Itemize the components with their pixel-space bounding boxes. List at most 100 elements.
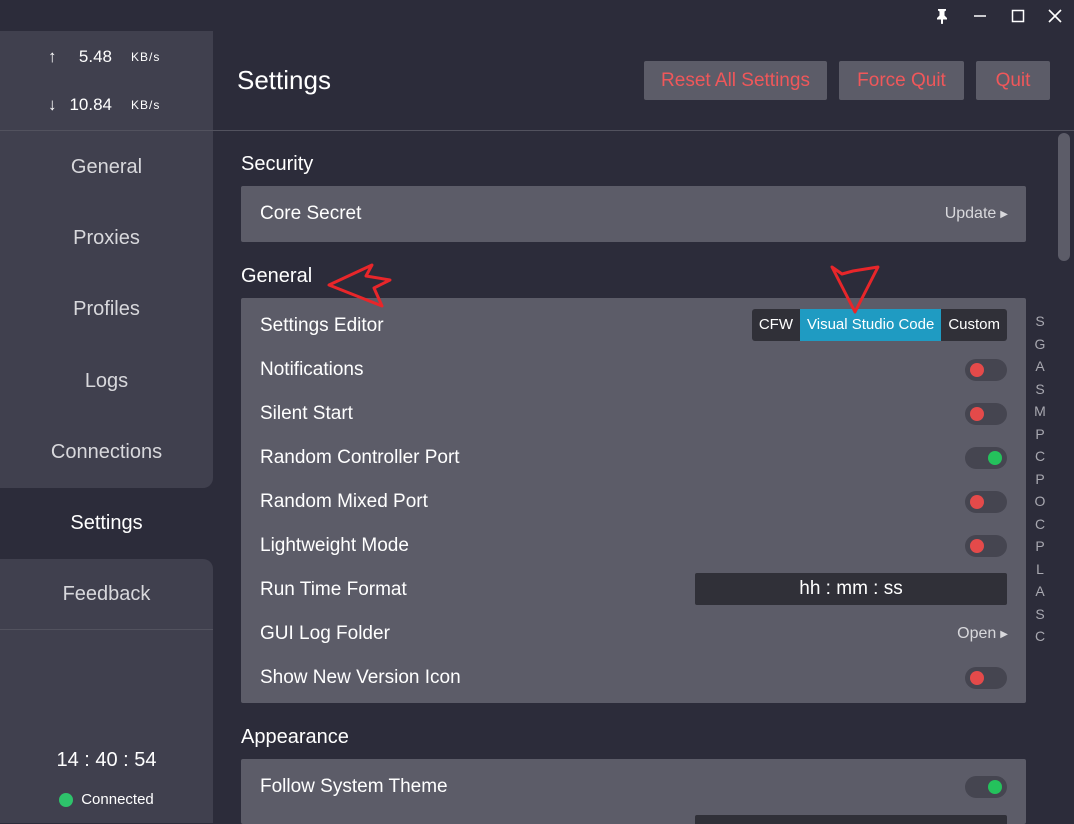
security-card: Core Secret Update ▶ xyxy=(241,186,1026,242)
nav-proxies[interactable]: Proxies xyxy=(0,203,213,273)
random-mixed-port-label: Random Mixed Port xyxy=(260,491,428,512)
core-secret-update-link[interactable]: Update ▶ xyxy=(945,192,1008,236)
upload-arrow-icon: ↑ xyxy=(48,47,57,66)
annotation-arrow-down-icon xyxy=(830,265,880,314)
minimize-icon[interactable] xyxy=(961,0,999,31)
section-title-security: Security xyxy=(241,153,314,175)
upload-speed: ↑ 5.48 KB/s xyxy=(0,45,213,69)
sidebar: ↑ 5.48 KB/s ↓ 10.84 KB/s General Proxies… xyxy=(0,31,213,824)
silent-start-toggle[interactable] xyxy=(965,403,1007,425)
header-divider xyxy=(213,130,1074,131)
follow-system-theme-label: Follow System Theme xyxy=(260,776,448,797)
section-index: S G A S M P C P O C P L A S C xyxy=(1033,310,1047,648)
update-label: Update xyxy=(944,205,997,222)
notifications-toggle[interactable] xyxy=(965,359,1007,381)
run-time-format-row: Run Time Format hh : mm : ss xyxy=(241,568,1026,612)
toggle-knob xyxy=(970,539,984,553)
random-mixed-port-toggle[interactable] xyxy=(965,491,1007,513)
silent-start-label: Silent Start xyxy=(260,403,353,424)
index-letter[interactable]: P xyxy=(1033,423,1047,446)
lightweight-mode-toggle[interactable] xyxy=(965,535,1007,557)
show-new-version-icon-label: Show New Version Icon xyxy=(260,667,461,688)
maximize-icon[interactable] xyxy=(999,0,1037,31)
close-icon[interactable] xyxy=(1036,0,1074,31)
show-new-version-icon-row: Show New Version Icon xyxy=(241,656,1026,700)
toggle-knob xyxy=(988,780,1002,794)
index-letter[interactable]: S xyxy=(1033,603,1047,626)
index-letter[interactable]: P xyxy=(1033,535,1047,558)
upload-unit: KB/s xyxy=(131,50,161,64)
run-time-format-label: Run Time Format xyxy=(260,579,407,600)
toggle-knob xyxy=(970,407,984,421)
index-letter[interactable]: S xyxy=(1033,310,1047,333)
random-controller-port-toggle[interactable] xyxy=(965,447,1007,469)
download-value: 10.84 xyxy=(69,95,112,114)
index-letter[interactable]: C xyxy=(1033,625,1047,648)
settings-editor-label: Settings Editor xyxy=(260,315,384,336)
editor-option-cfw[interactable]: CFW xyxy=(752,309,800,341)
index-letter[interactable]: A xyxy=(1033,580,1047,603)
notifications-row: Notifications xyxy=(241,348,1026,392)
divider xyxy=(0,629,213,630)
toggle-knob xyxy=(988,451,1002,465)
toggle-knob xyxy=(970,671,984,685)
gui-log-folder-row: GUI Log Folder Open ▶ xyxy=(241,612,1026,656)
nav-logs[interactable]: Logs xyxy=(0,346,213,416)
silent-start-row: Silent Start xyxy=(241,392,1026,436)
title-bar xyxy=(0,0,1074,31)
index-letter[interactable]: A xyxy=(1033,355,1047,378)
nav-profiles[interactable]: Profiles xyxy=(0,274,213,344)
nav-connections[interactable]: Connections xyxy=(0,417,213,487)
scrollbar-thumb[interactable] xyxy=(1058,133,1070,261)
main-panel: Settings Reset All Settings Force Quit Q… xyxy=(213,31,1074,824)
index-letter[interactable]: L xyxy=(1033,558,1047,581)
follow-system-theme-toggle[interactable] xyxy=(965,776,1007,798)
show-new-version-icon-toggle[interactable] xyxy=(965,667,1007,689)
traffic-panel: ↑ 5.48 KB/s ↓ 10.84 KB/s xyxy=(0,31,213,131)
random-controller-port-row: Random Controller Port xyxy=(241,436,1026,480)
settings-editor-row: Settings Editor CFW Visual Studio Code C… xyxy=(241,304,1026,348)
index-letter[interactable]: S xyxy=(1033,378,1047,401)
gui-log-folder-open-link[interactable]: Open ▶ xyxy=(957,612,1008,656)
nav-feedback[interactable]: Feedback xyxy=(0,559,213,629)
index-letter[interactable]: P xyxy=(1033,468,1047,491)
force-quit-button[interactable]: Force Quit xyxy=(839,61,964,100)
random-mixed-port-row: Random Mixed Port xyxy=(241,480,1026,524)
nav-group-top: General Proxies Profiles Logs Connection… xyxy=(0,131,213,488)
section-title-appearance: Appearance xyxy=(241,726,349,748)
core-secret-row: Core Secret Update ▶ xyxy=(241,192,1026,236)
caret-right-icon: ▶ xyxy=(1000,209,1008,220)
follow-system-theme-row: Follow System Theme xyxy=(241,765,1026,809)
general-card: Settings Editor CFW Visual Studio Code C… xyxy=(241,298,1026,703)
appearance-card: Follow System Theme xyxy=(241,759,1026,824)
status-text: Connected xyxy=(81,791,154,808)
editor-option-custom[interactable]: Custom xyxy=(941,309,1007,341)
index-letter[interactable]: C xyxy=(1033,513,1047,536)
notifications-label: Notifications xyxy=(260,359,364,380)
quit-button[interactable]: Quit xyxy=(976,61,1050,100)
index-letter[interactable]: O xyxy=(1033,490,1047,513)
pin-icon[interactable] xyxy=(923,0,961,31)
nav-settings[interactable]: Settings xyxy=(0,488,213,558)
annotation-arrow-left-icon xyxy=(327,263,392,308)
index-letter[interactable]: C xyxy=(1033,445,1047,468)
run-time-clock: 14 : 40 : 54 xyxy=(56,749,157,771)
nav-general[interactable]: General xyxy=(0,132,213,202)
core-secret-label: Core Secret xyxy=(260,203,362,224)
download-unit: KB/s xyxy=(131,98,161,112)
partial-input-field[interactable] xyxy=(695,815,1007,824)
page-title: Settings xyxy=(237,65,331,95)
toggle-knob xyxy=(970,495,984,509)
lightweight-mode-row: Lightweight Mode xyxy=(241,524,1026,568)
status-dot-icon xyxy=(59,792,74,807)
section-title-general: General xyxy=(241,265,313,287)
connection-status: Connected xyxy=(0,791,213,808)
random-controller-port-label: Random Controller Port xyxy=(260,447,460,468)
index-letter[interactable]: G xyxy=(1033,333,1047,356)
reset-all-settings-button[interactable]: Reset All Settings xyxy=(644,61,827,100)
lightweight-mode-label: Lightweight Mode xyxy=(260,535,409,556)
open-label: Open xyxy=(957,625,997,642)
index-letter[interactable]: M xyxy=(1033,400,1047,423)
download-speed: ↓ 10.84 KB/s xyxy=(0,93,213,117)
run-time-format-input[interactable]: hh : mm : ss xyxy=(695,573,1007,605)
